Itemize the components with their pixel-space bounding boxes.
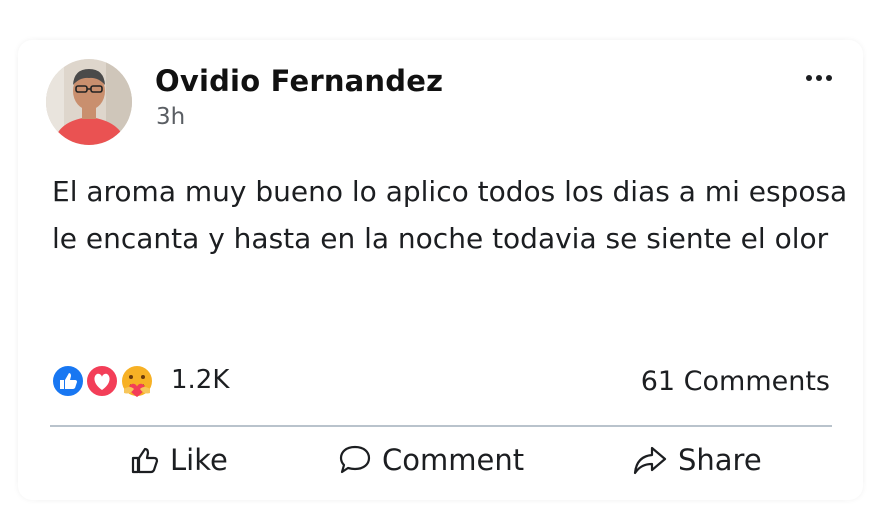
like-icon	[51, 364, 85, 398]
care-icon	[120, 364, 154, 398]
reaction-icons[interactable]	[50, 363, 160, 399]
post-text: El aroma muy bueno lo aplico todos los d…	[52, 175, 848, 255]
share-button[interactable]: Share	[632, 440, 762, 480]
divider	[50, 425, 832, 427]
post-card	[18, 40, 863, 500]
comments-count-link[interactable]: 61 Comments	[641, 366, 830, 397]
comment-bubble-icon	[339, 445, 371, 474]
post-timestamp[interactable]: 3h	[156, 104, 185, 130]
share-arrow-icon	[633, 446, 667, 475]
dot	[806, 75, 812, 81]
author-name[interactable]: Ovidio Fernandez	[155, 64, 443, 98]
avatar-photo	[46, 59, 132, 145]
author-avatar[interactable]	[46, 59, 132, 145]
like-button[interactable]: Like	[130, 440, 228, 480]
comment-button[interactable]: Comment	[338, 440, 524, 480]
thumbs-up-icon	[131, 447, 159, 474]
love-icon	[85, 364, 119, 398]
dot	[826, 75, 832, 81]
like-label: Like	[170, 443, 228, 477]
share-label: Share	[678, 443, 762, 477]
dot	[816, 75, 822, 81]
more-options-icon[interactable]	[802, 70, 836, 86]
comment-label: Comment	[382, 443, 525, 477]
reaction-count[interactable]: 1.2K	[171, 365, 229, 395]
